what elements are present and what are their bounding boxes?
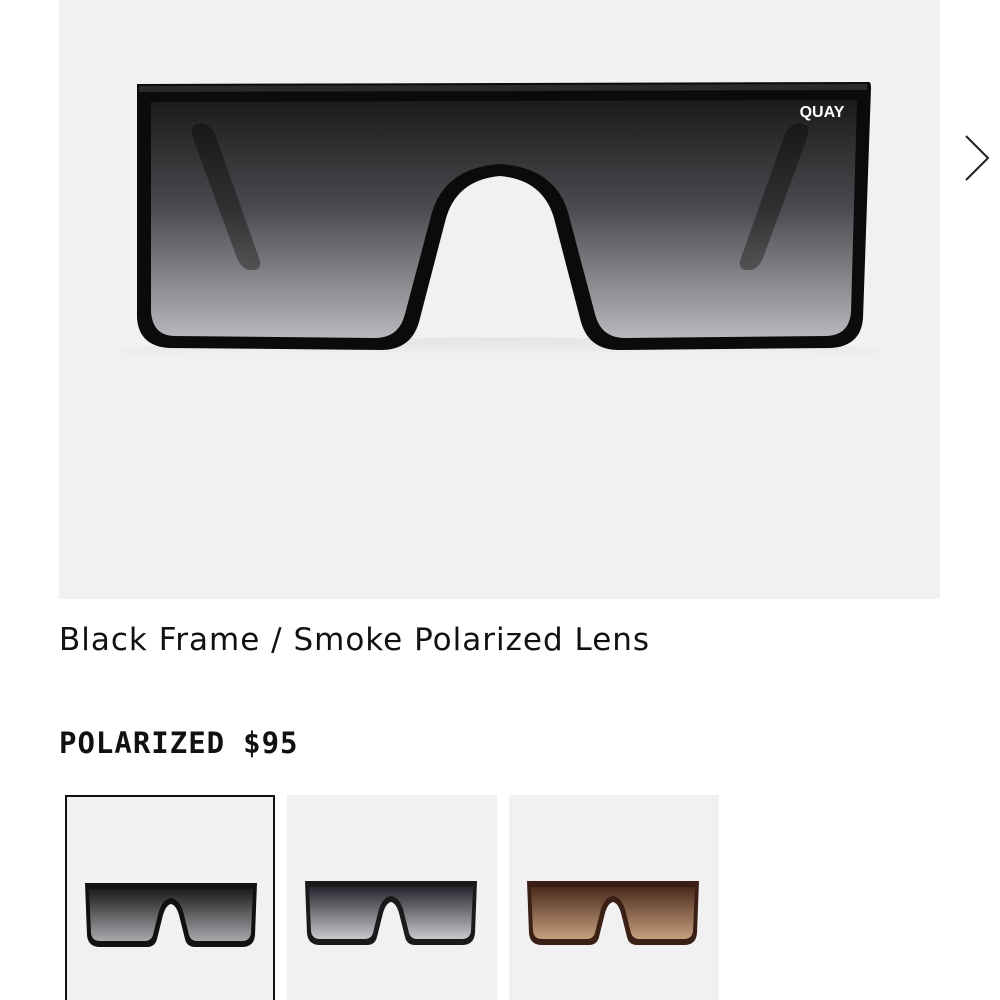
brand-logo: QUAY: [800, 104, 845, 121]
sunglasses-thumbnail: [85, 883, 257, 947]
sunglasses-thumbnail: [527, 881, 699, 945]
variant-title: Black Frame / Smoke Polarized Lens: [59, 622, 651, 658]
sunglasses-thumbnail: [305, 881, 477, 945]
product-page: QUAY Black Frame / Smoke Polarized Lens …: [0, 0, 1000, 1000]
product-image: QUAY: [59, 0, 940, 599]
swatch-black-smoke-polarized[interactable]: [65, 795, 275, 1000]
sunglasses-image: QUAY: [120, 82, 880, 366]
swatch-black-smoke-fade[interactable]: [287, 795, 497, 1000]
price-line: POLARIZED $95: [59, 726, 299, 760]
next-image-button[interactable]: [958, 130, 998, 186]
price: $95: [243, 726, 299, 760]
chevron-right-icon: [965, 135, 990, 181]
color-swatches: [65, 795, 725, 1000]
swatch-tortoise-brown[interactable]: [509, 795, 719, 1000]
lens-type-label: POLARIZED: [59, 726, 226, 760]
